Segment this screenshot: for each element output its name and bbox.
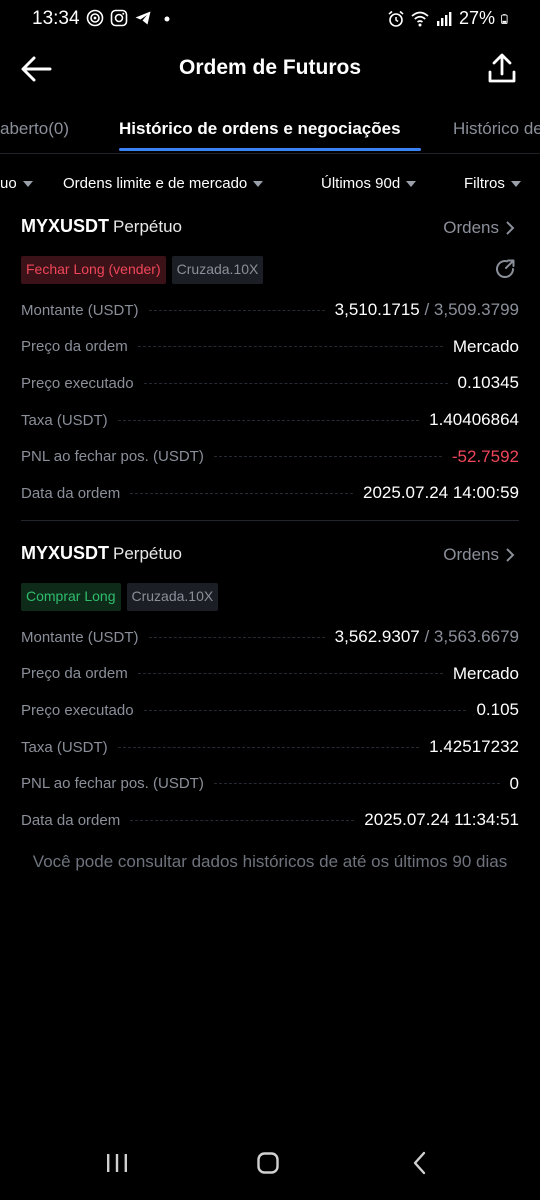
order-details: Montante (USDT) 3,562.9307 / 3,563.6679 … xyxy=(21,619,519,839)
pnl-value: -52.7592 xyxy=(451,446,519,466)
tab-history-more[interactable]: Histórico de xyxy=(453,119,540,139)
exec-price-row: Preço executado 0.105 xyxy=(21,692,519,729)
amount-value: 3,562.9307 / 3,563.6679 xyxy=(334,627,519,647)
target-icon xyxy=(86,9,104,27)
filter-type-dropdown[interactable]: uo xyxy=(0,175,33,192)
exec-price-label: Preço executado xyxy=(21,374,134,392)
order-price-label: Preço da ordem xyxy=(21,665,128,683)
pnl-row: PNL ao fechar pos. (USDT) -52.7592 xyxy=(21,438,519,475)
share-icon[interactable] xyxy=(486,52,518,86)
filter-order-kind-dropdown[interactable]: Ordens limite e de mercado xyxy=(63,175,264,192)
order-card: MYXUSDT Perpétuo Ordens Fechar Long (vend… xyxy=(21,216,519,512)
caret-down-icon xyxy=(406,180,417,187)
wifi-icon xyxy=(411,11,429,26)
status-bar: 13:34 27% xyxy=(0,0,540,40)
order-card-header: MYXUSDT Perpétuo Ordens xyxy=(21,543,519,573)
fee-label: Taxa (USDT) xyxy=(21,738,108,756)
pnl-label: PNL ao fechar pos. (USDT) xyxy=(21,775,204,793)
dot-icon xyxy=(164,16,170,22)
active-tab-indicator xyxy=(119,148,421,151)
orders-link[interactable]: Ordens xyxy=(443,545,515,565)
order-contract-type: Perpétuo xyxy=(113,544,183,563)
amount-label: Montante (USDT) xyxy=(21,301,139,319)
order-card: MYXUSDT Perpétuo Ordens Comprar Long Cruz… xyxy=(21,543,519,839)
fee-value: 1.42517232 xyxy=(429,737,519,757)
orders-link-label: Ordens xyxy=(443,218,499,237)
tab-order-history[interactable]: Histórico de ordens e negociações xyxy=(119,119,401,139)
order-date-value: 2025.07.24 14:00:59 xyxy=(363,483,519,503)
filter-type-label: uo xyxy=(0,175,17,192)
recent-apps-icon[interactable] xyxy=(105,1152,129,1174)
filter-order-kind-label: Ordens limite e de mercado xyxy=(63,175,248,192)
caret-down-icon xyxy=(510,180,521,187)
battery-icon xyxy=(501,13,508,24)
order-symbol: MYXUSDT xyxy=(21,543,110,563)
filter-more-dropdown[interactable]: Filtros xyxy=(464,175,521,192)
exec-price-row: Preço executado 0.10345 xyxy=(21,365,519,402)
order-date-label: Data da ordem xyxy=(21,811,121,829)
battery-percent: 27% xyxy=(458,8,495,28)
order-date-row: Data da ordem 2025.07.24 11:34:51 xyxy=(21,802,519,839)
system-icons: 27% xyxy=(387,8,512,29)
margin-badge: Cruzada.10X xyxy=(126,583,219,611)
order-date-value: 2025.07.24 11:34:51 xyxy=(364,810,519,830)
system-nav-bar xyxy=(0,1136,540,1200)
pnl-label: PNL ao fechar pos. (USDT) xyxy=(21,448,204,466)
amount-row: Montante (USDT) 3,562.9307 / 3,563.6679 xyxy=(21,619,519,656)
history-limit-note: Você pode consultar dados históricos de … xyxy=(32,852,508,871)
pnl-row: PNL ao fechar pos. (USDT) 0 xyxy=(21,765,519,802)
order-tags: Fechar Long (vender) Cruzada.10X xyxy=(21,256,519,284)
amount-label: Montante (USDT) xyxy=(21,628,139,646)
order-date-row: Data da ordem 2025.07.24 14:00:59 xyxy=(21,475,519,512)
order-price-row: Preço da ordem Mercado xyxy=(21,329,519,366)
caret-down-icon xyxy=(253,180,264,187)
instagram-icon xyxy=(110,9,128,27)
margin-badge: Cruzada.10X xyxy=(171,256,264,284)
signal-icon xyxy=(436,11,452,26)
tab-open-orders[interactable]: aberto(0) xyxy=(0,119,69,139)
back-icon[interactable] xyxy=(410,1151,430,1175)
order-price-value: Mercado xyxy=(452,663,519,683)
fee-row: Taxa (USDT) 1.42517232 xyxy=(21,729,519,766)
order-price-label: Preço da ordem xyxy=(21,338,128,356)
caret-down-icon xyxy=(22,180,33,187)
share-order-icon[interactable] xyxy=(493,257,517,281)
alarm-icon xyxy=(388,10,404,27)
status-time: 13:34 xyxy=(32,8,80,29)
filter-period-dropdown[interactable]: Últimos 90d xyxy=(321,175,417,192)
order-price-row: Preço da ordem Mercado xyxy=(21,656,519,693)
orders-link[interactable]: Ordens xyxy=(443,218,515,238)
filter-more-label: Filtros xyxy=(464,175,505,192)
order-card-header: MYXUSDT Perpétuo Ordens xyxy=(21,216,519,246)
amount-value: 3,510.1715 / 3,509.3799 xyxy=(334,300,519,320)
fee-value: 1.40406864 xyxy=(429,410,519,430)
tab-bar: aberto(0) Histórico de ordens e negociaç… xyxy=(0,108,540,154)
filter-period-label: Últimos 90d xyxy=(321,175,401,192)
order-contract-type: Perpétuo xyxy=(113,217,183,236)
amount-row: Montante (USDT) 3,510.1715 / 3,509.3799 xyxy=(21,292,519,329)
fee-row: Taxa (USDT) 1.40406864 xyxy=(21,402,519,439)
order-tags: Comprar Long Cruzada.10X xyxy=(21,583,519,611)
pnl-value: 0 xyxy=(509,773,519,793)
page-title: Ordem de Futuros xyxy=(178,56,362,79)
chevron-right-icon xyxy=(506,221,515,235)
filter-bar: uo Ordens limite e de mercado Últimos 90… xyxy=(0,166,540,202)
order-details: Montante (USDT) 3,510.1715 / 3,509.3799 … xyxy=(21,292,519,512)
order-date-label: Data da ordem xyxy=(21,484,121,502)
orders-link-label: Ordens xyxy=(443,545,499,564)
exec-price-value: 0.10345 xyxy=(457,373,519,393)
order-price-value: Mercado xyxy=(452,336,519,356)
home-icon[interactable] xyxy=(256,1151,280,1175)
fee-label: Taxa (USDT) xyxy=(21,411,108,429)
chevron-right-icon xyxy=(506,548,515,562)
exec-price-label: Preço executado xyxy=(21,701,134,719)
exec-price-value: 0.105 xyxy=(476,700,519,720)
side-badge: Comprar Long xyxy=(21,583,121,611)
side-badge: Fechar Long (vender) xyxy=(21,256,166,284)
order-symbol: MYXUSDT xyxy=(21,216,110,236)
app-header: Ordem de Futuros xyxy=(0,40,540,98)
card-divider xyxy=(21,520,519,521)
telegram-icon xyxy=(135,11,151,25)
notification-icons xyxy=(86,9,176,27)
